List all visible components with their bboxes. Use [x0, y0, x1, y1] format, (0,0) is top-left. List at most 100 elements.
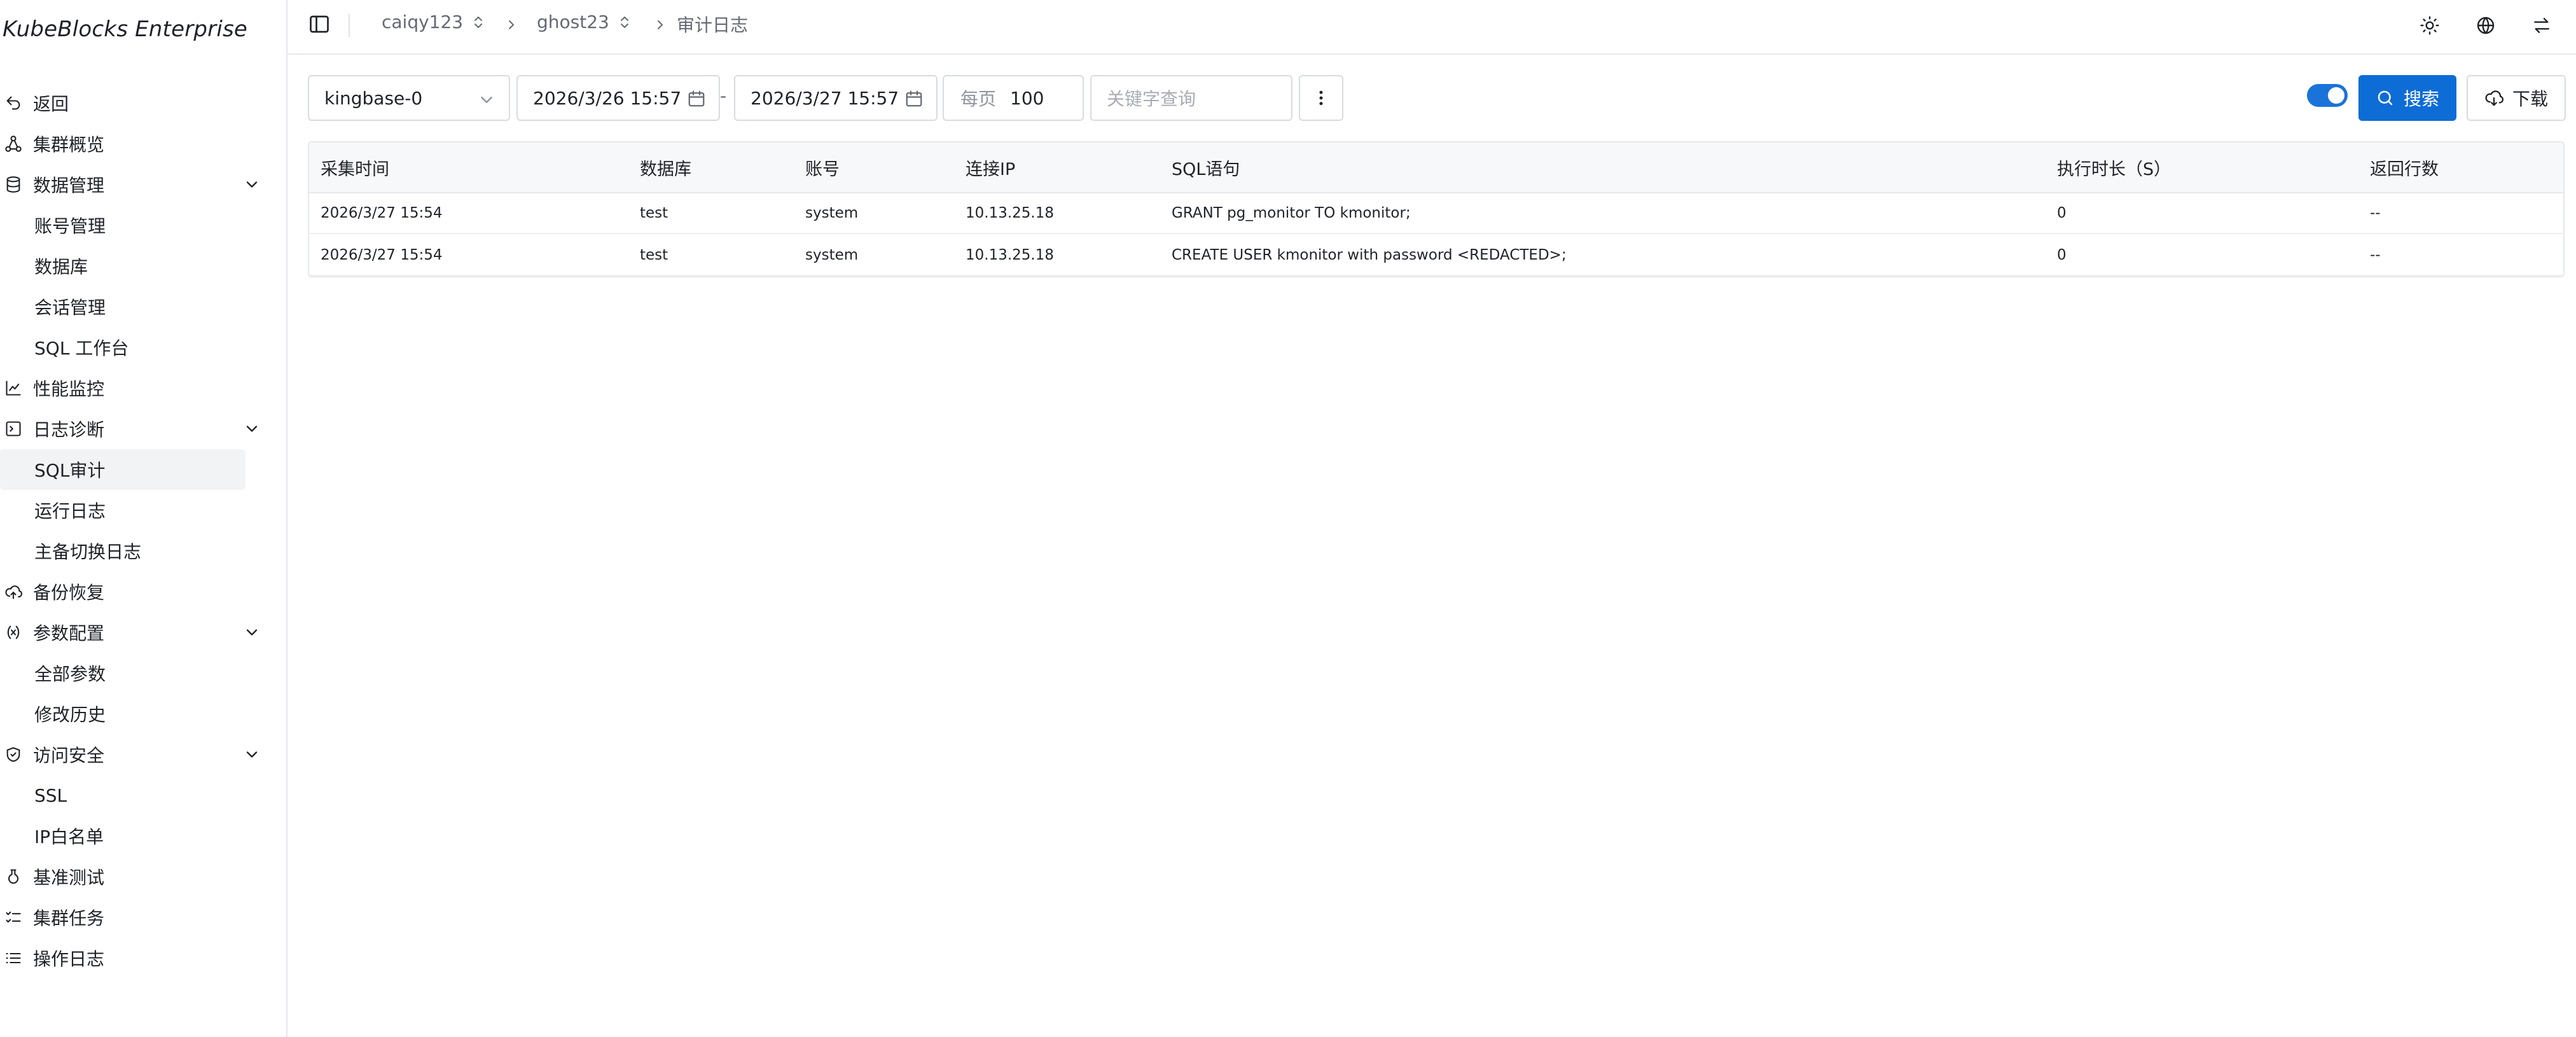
sidebar-item-databases[interactable]: 数据库	[0, 246, 286, 286]
shield-check-icon	[4, 745, 23, 764]
download-button[interactable]: 下载	[2467, 75, 2566, 121]
column-header-sql-statement: SQL语句	[1172, 159, 1240, 179]
chevron-down-icon[interactable]	[243, 420, 261, 438]
cloud-download-icon	[2485, 90, 2503, 106]
cell-collect-time: 2026/3/27 15:54	[321, 205, 443, 221]
column-header-database: 数据库	[640, 159, 691, 179]
cell-sql-statement: CREATE USER kmonitor with password <REDA…	[1172, 247, 1567, 263]
cell-database: test	[640, 247, 668, 263]
auto-refresh-toggle[interactable]	[2307, 84, 2348, 107]
sidebar-item-sql-workbench[interactable]: SQL 工作台	[0, 327, 286, 368]
cell-rows-returned: --	[2370, 205, 2381, 221]
table-header: 采集时间 数据库 账号 连接IP SQL语句 执行时长（S） 返回行数	[309, 143, 2563, 193]
sidebar-item-ip-whitelist[interactable]: IP白名单	[0, 816, 286, 856]
line-chart-icon	[4, 379, 23, 398]
cell-account: system	[805, 247, 859, 263]
sidebar: KubeBlocks Enterprise 返回 集群概览 数据管理 账号管理 …	[0, 0, 287, 1037]
search-button[interactable]: 搜索	[2358, 75, 2456, 121]
sidebar-item-all-parameters[interactable]: 全部参数	[0, 653, 286, 693]
chevron-up-down-icon	[620, 16, 628, 28]
calendar-icon	[688, 90, 705, 107]
date-range-separator: -	[720, 85, 727, 106]
cell-collect-time: 2026/3/27 15:54	[321, 247, 443, 263]
list-icon	[4, 949, 23, 968]
sidebar-group-log-diagnosis[interactable]: 日志诊断	[0, 408, 286, 449]
undo-icon	[4, 94, 23, 113]
top-bar: caiqy123 ghost23 审计日志	[287, 0, 2576, 55]
sidebar-item-back[interactable]: 返回	[0, 83, 286, 123]
sidebar-group-access-security[interactable]: 访问安全	[0, 734, 286, 775]
switch-arrows-icon[interactable]	[2529, 13, 2554, 38]
sidebar-item-performance-monitoring[interactable]: 性能监控	[0, 368, 286, 408]
sidebar-item-label: 集群任务	[33, 908, 105, 929]
cell-duration: 0	[2057, 247, 2067, 263]
cell-rows-returned: --	[2370, 247, 2381, 263]
table-row[interactable]: 2026/3/27 15:54 test system 10.13.25.18 …	[309, 235, 2563, 276]
chevron-down-icon	[481, 97, 492, 103]
cell-account: system	[805, 205, 859, 221]
breadcrumb-current-page: 审计日志	[677, 15, 749, 36]
breadcrumb-cluster-selector[interactable]: caiqy123	[382, 11, 486, 32]
sidebar-item-label: 参数配置	[33, 623, 105, 644]
sidebar-toggle-icon[interactable]	[308, 13, 333, 38]
breadcrumb-instance-selector[interactable]: ghost23	[537, 11, 632, 32]
column-header-duration: 执行时长（S）	[2057, 159, 2171, 179]
chevron-down-icon[interactable]	[243, 746, 261, 763]
sidebar-item-change-history[interactable]: 修改历史	[0, 693, 286, 734]
cell-connection-ip: 10.13.25.18	[966, 247, 1054, 263]
cell-database: test	[640, 205, 668, 221]
column-header-collect-time: 采集时间	[321, 159, 389, 179]
more-options-button[interactable]	[1299, 75, 1343, 121]
brand-logo-text: KubeBlocks Enterprise	[3, 17, 248, 42]
toggle-knob	[2328, 87, 2344, 104]
sidebar-group-data-management[interactable]: 数据管理	[0, 164, 286, 205]
breadcrumb-instance: ghost23	[537, 11, 609, 32]
sidebar-item-account-management[interactable]: 账号管理	[0, 205, 286, 246]
column-header-rows-returned: 返回行数	[2370, 159, 2439, 179]
column-header-connection-ip: 连接IP	[966, 159, 1016, 179]
keyword-search-input[interactable]: 关键字查询	[1090, 75, 1292, 121]
sidebar-item-session-management[interactable]: 会话管理	[0, 286, 286, 327]
search-icon	[2378, 90, 2393, 106]
sidebar-item-label: 操作日志	[33, 949, 105, 970]
sidebar-item-backup-restore[interactable]: 备份恢复	[0, 571, 286, 612]
terminal-icon	[4, 419, 23, 438]
cell-sql-statement: GRANT pg_monitor TO kmonitor;	[1172, 205, 1411, 221]
language-globe-icon[interactable]	[2473, 13, 2498, 38]
instance-select[interactable]: kingbase-0	[308, 75, 510, 121]
page-size-input[interactable]: 每页 100	[943, 75, 1084, 121]
instance-select-value: kingbase-0	[324, 87, 423, 109]
chevron-right-icon	[509, 20, 514, 29]
chevron-down-icon[interactable]	[243, 176, 261, 193]
divider	[349, 14, 350, 37]
end-time-picker[interactable]: 2026/3/27 15:57	[734, 75, 938, 121]
more-vertical-icon	[1319, 90, 1323, 106]
cloud-upload-icon	[4, 582, 23, 601]
sidebar-item-switchover-logs[interactable]: 主备切换日志	[0, 531, 286, 571]
database-icon	[4, 175, 23, 194]
start-time-value: 2026/3/26 15:57	[533, 87, 682, 109]
sidebar-item-cluster-tasks[interactable]: 集群任务	[0, 897, 286, 938]
table-row[interactable]: 2026/3/27 15:54 test system 10.13.25.18 …	[309, 193, 2563, 234]
search-button-label: 搜索	[2403, 88, 2439, 109]
theme-sun-icon[interactable]	[2417, 13, 2442, 38]
cluster-topology-icon	[4, 134, 23, 153]
sidebar-item-cluster-overview[interactable]: 集群概览	[0, 123, 286, 164]
sidebar-item-benchmark[interactable]: 基准测试	[0, 856, 286, 897]
sidebar-item-operation-logs[interactable]: 操作日志	[0, 938, 286, 978]
keyword-search-placeholder: 关键字查询	[1107, 88, 1196, 109]
start-time-picker[interactable]: 2026/3/26 15:57	[516, 75, 720, 121]
sidebar-group-parameter-config[interactable]: 参数配置	[0, 612, 286, 653]
sidebar-item-label: 访问安全	[33, 745, 105, 766]
sidebar-item-label: 基准测试	[33, 867, 105, 888]
sidebar-item-label: 集群概览	[33, 134, 105, 155]
chevron-down-icon[interactable]	[243, 623, 261, 641]
sidebar-item-ssl[interactable]: SSL	[0, 775, 286, 816]
sidebar-item-runtime-logs[interactable]: 运行日志	[0, 490, 286, 531]
task-list-icon	[4, 908, 23, 927]
sidebar-item-sql-audit[interactable]: SQL审计	[0, 449, 246, 490]
page-size-value: 100	[1010, 87, 1044, 109]
column-header-account: 账号	[805, 159, 840, 179]
cell-connection-ip: 10.13.25.18	[966, 205, 1054, 221]
sidebar-item-label: 性能监控	[33, 379, 105, 400]
